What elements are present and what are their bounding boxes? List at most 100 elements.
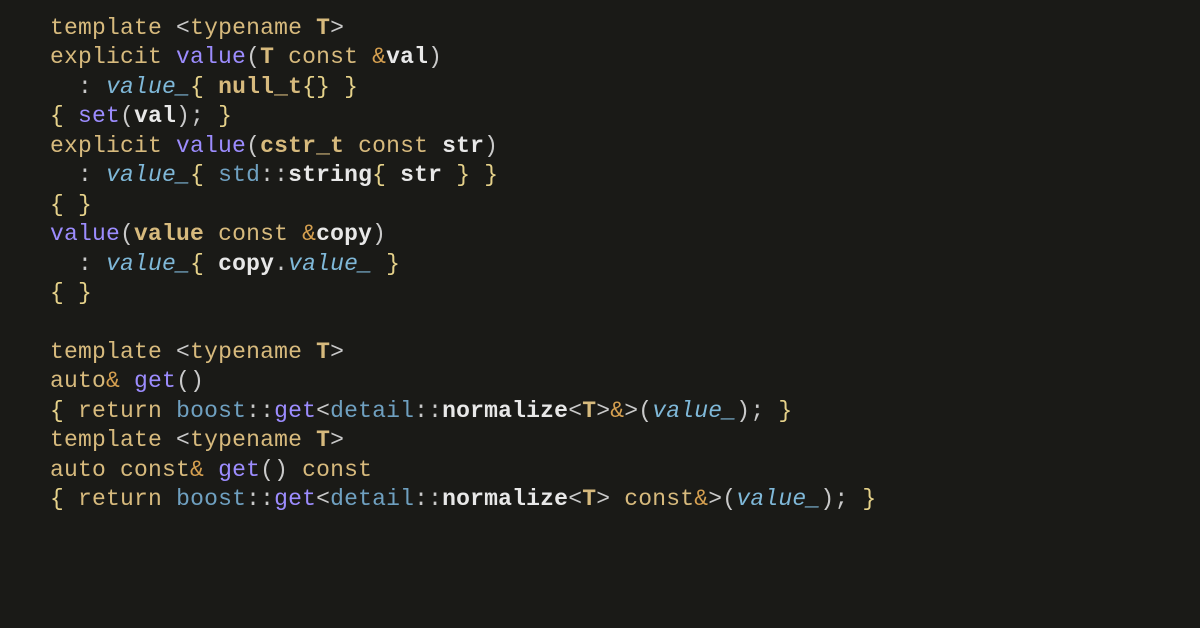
brace-close: } [344,74,358,100]
kw-template: template [50,427,162,453]
paren-open: ( [120,103,134,129]
type-normalize: normalize [442,398,568,424]
amp: & [190,457,204,483]
ns-detail: detail [330,398,414,424]
angle-open: < [176,427,190,453]
kw-const: const [302,457,372,483]
kw-typename: typename [190,427,302,453]
angle-close: > [596,398,610,424]
kw-const: const [358,133,428,159]
kw-typename: typename [190,15,302,41]
brace-open: { [190,74,204,100]
angle-open: < [316,398,330,424]
fn-set: set [78,103,120,129]
paren-open: ( [722,486,736,512]
ns-std: std [218,162,260,188]
paren-close: ) [484,133,498,159]
kw-const: const [624,486,694,512]
paren-open: ( [120,221,134,247]
angle-close: > [330,427,344,453]
angle-close: > [624,398,638,424]
amp: & [302,221,316,247]
fn-value: value [50,221,120,247]
amp: & [106,368,120,394]
angle-open: < [568,486,582,512]
brace-open: { [302,74,316,100]
angle-close: > [330,339,344,365]
brace-close: } [78,280,92,306]
angle-open: < [568,398,582,424]
paren-close: ) [736,398,750,424]
fn-get: get [274,486,316,512]
kw-const: const [120,457,190,483]
brace-close: } [778,398,792,424]
brace-open: { [50,486,64,512]
field-value: value_ [106,74,190,100]
kw-template: template [50,339,162,365]
field-value: value_ [652,398,736,424]
ns-boost: boost [176,398,246,424]
param-copy: copy [316,221,372,247]
type-T: T [582,486,596,512]
amp: & [694,486,708,512]
field-value: value_ [106,162,190,188]
type-cstr_t: cstr_t [260,133,344,159]
brace-close: } [456,162,470,188]
amp: & [372,44,386,70]
dot: . [274,251,288,277]
type-T: T [316,15,330,41]
brace-close: } [386,251,400,277]
type-value: value [134,221,204,247]
field-value: value_ [106,251,190,277]
paren-close: ) [274,457,288,483]
kw-return: return [78,398,162,424]
brace-open: { [50,103,64,129]
type-string: string [288,162,372,188]
dcolon: :: [246,398,274,424]
brace-open: { [50,398,64,424]
param-str: str [442,133,484,159]
type-null_t: null_t [218,74,302,100]
kw-template: template [50,15,162,41]
colon: : [78,251,92,277]
brace-close: } [862,486,876,512]
amp: & [610,398,624,424]
ns-boost: boost [176,486,246,512]
angle-close: > [330,15,344,41]
paren-open: ( [260,457,274,483]
fn-get: get [134,368,176,394]
fn-value: value [176,44,246,70]
brace-close: } [218,103,232,129]
kw-explicit: explicit [50,133,162,159]
paren-open: ( [246,133,260,159]
angle-open: < [316,486,330,512]
brace-close: } [484,162,498,188]
colon: : [78,162,92,188]
kw-const: const [288,44,358,70]
colon: : [78,74,92,100]
paren-close: ) [190,368,204,394]
kw-const: const [218,221,288,247]
angle-open: < [176,15,190,41]
id-copy: copy [218,251,274,277]
brace-open: { [50,280,64,306]
kw-auto: auto [50,457,106,483]
semicolon: ; [750,398,764,424]
brace-open: { [50,192,64,218]
kw-auto: auto [50,368,106,394]
ns-detail: detail [330,486,414,512]
fn-get: get [218,457,260,483]
arg-str: str [400,162,442,188]
dcolon: :: [260,162,288,188]
dcolon: :: [414,398,442,424]
paren-close: ) [372,221,386,247]
type-T: T [260,44,274,70]
dcolon: :: [246,486,274,512]
code-block: template <typename T> explicit value(T c… [0,0,1200,514]
angle-close: > [596,486,610,512]
paren-close: ) [428,44,442,70]
paren-open: ( [246,44,260,70]
semicolon: ; [834,486,848,512]
angle-close: > [708,486,722,512]
type-normalize: normalize [442,486,568,512]
